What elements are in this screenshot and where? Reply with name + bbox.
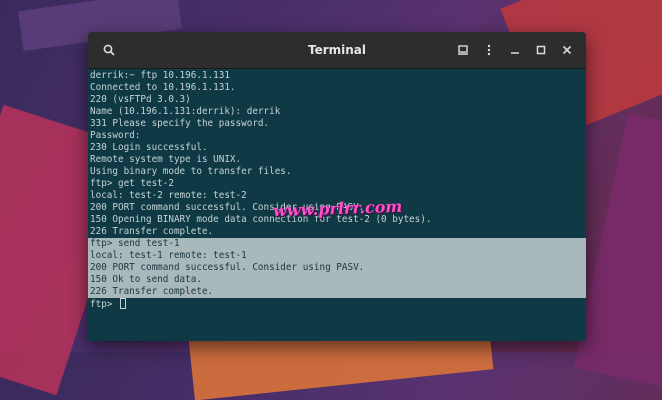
search-icon[interactable] [98, 39, 120, 61]
terminal-line: Name (10.196.1.131:derrik): derrik [90, 106, 281, 117]
prompt-line[interactable]: ftp> [88, 298, 586, 310]
wallpaper-shape [573, 113, 662, 387]
new-tab-icon[interactable] [452, 39, 474, 61]
title-bar[interactable]: Terminal [88, 32, 586, 69]
selected-terminal-line: 226 Transfer complete. [88, 286, 586, 298]
terminal-line: Using binary mode to transfer files. [90, 166, 292, 177]
terminal-line: Connected to 10.196.1.131. [90, 82, 236, 93]
terminal-line: 331 Please specify the password. [90, 118, 270, 129]
minimize-icon[interactable] [504, 39, 526, 61]
selected-terminal-line: ftp> send test-1 [88, 238, 586, 250]
selected-terminal-line: local: test-1 remote: test-1 [88, 250, 586, 262]
terminal-line: Password: [90, 130, 141, 141]
terminal-line: 226 Transfer complete. [90, 226, 214, 237]
menu-icon[interactable] [478, 39, 500, 61]
text-cursor [120, 298, 126, 309]
selected-terminal-line: 150 Ok to send data. [88, 274, 586, 286]
maximize-icon[interactable] [530, 39, 552, 61]
terminal-line: 220 (vsFTPd 3.0.3) [90, 94, 191, 105]
terminal-line: 230 Login successful. [90, 142, 208, 153]
terminal-line: derrik:~ ftp 10.196.1.131 [90, 70, 230, 81]
terminal-line: ftp> get test-2 [90, 178, 174, 189]
prompt-text: ftp> [90, 299, 113, 310]
terminal-window: Terminal derrik:~ ftp 10.196.1.131 Conne… [88, 32, 586, 341]
selected-terminal-line: 200 PORT command successful. Consider us… [88, 262, 586, 274]
terminal-line: Remote system type is UNIX. [90, 154, 242, 165]
close-icon[interactable] [556, 39, 578, 61]
